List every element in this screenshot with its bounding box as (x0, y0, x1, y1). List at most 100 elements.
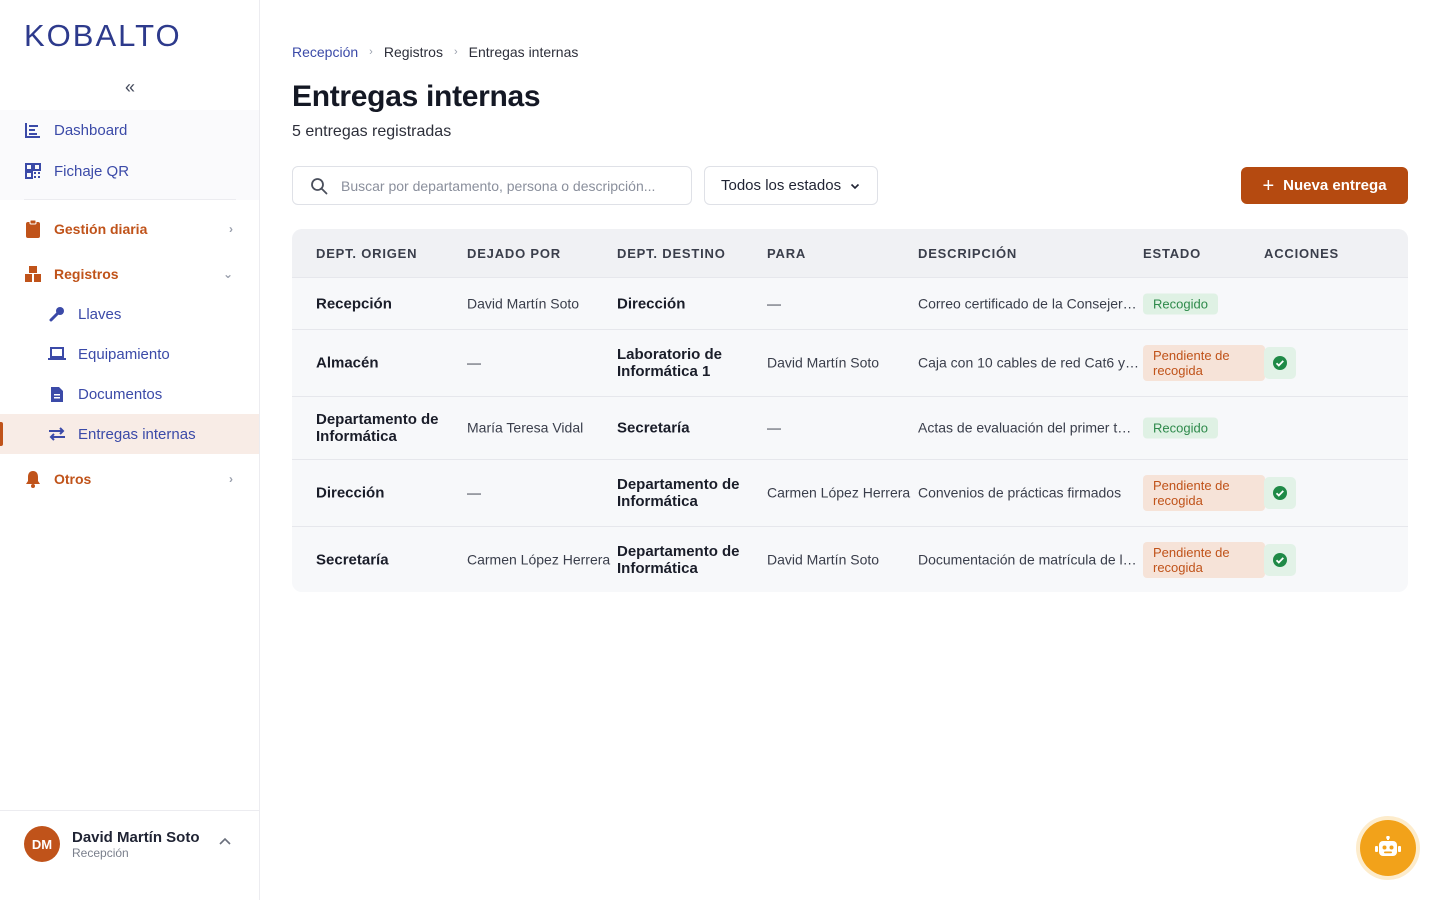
transfer-icon (48, 425, 66, 443)
sidebar-item-label: Fichaje QR (54, 162, 130, 180)
mark-collected-button[interactable] (1264, 477, 1296, 509)
cell-para: — (767, 295, 781, 311)
cell-descripcion: Convenios de prácticas firmados (918, 484, 1122, 501)
cell-para: David Martín Soto (767, 551, 880, 567)
column-header[interactable]: PARA (767, 246, 806, 261)
assistant-bot-button[interactable] (1360, 820, 1416, 876)
sidebar-item-label: Documentos (78, 385, 163, 403)
search-input[interactable] (341, 177, 681, 194)
chevron-right-icon: › (453, 46, 458, 58)
user-menu[interactable]: DM David Martín Soto Recepción (0, 810, 259, 900)
sidebar-item-documentos[interactable]: Documentos (0, 374, 259, 414)
cell-descripcion: Actas de evaluación del primer trimestre (918, 419, 1134, 436)
status-badge: Recogido (1143, 293, 1218, 314)
breadcrumb-item-registros[interactable]: Registros (384, 44, 443, 60)
cell-dejado: María Teresa Vidal (467, 419, 584, 436)
document-icon (48, 385, 66, 403)
new-delivery-label: Nueva entrega (1283, 177, 1387, 194)
sidebar-item-dashboard[interactable]: Dashboard (0, 110, 259, 150)
sidebar-item-label: Entregas internas (78, 425, 196, 443)
sidebar-item-equipamiento[interactable]: Equipamiento (0, 334, 259, 374)
table-row[interactable]: Almacén — Laboratorio de Informática 1 D… (292, 329, 1408, 396)
deliveries-table: DEPT. ORIGEN DEJADO POR DEPT. DESTINO PA… (292, 229, 1408, 592)
column-header[interactable]: DEPT. DESTINO (617, 246, 726, 261)
column-header[interactable]: DEPT. ORIGEN (316, 246, 417, 261)
page-subtitle: 5 entregas registradas (292, 123, 452, 140)
sidebar-divider (24, 199, 236, 200)
chevron-up-icon[interactable] (218, 833, 232, 849)
new-delivery-button[interactable]: + Nueva entrega (1241, 167, 1408, 204)
page-title: Entregas internas (292, 80, 541, 113)
avatar: DM (24, 826, 60, 862)
sidebar-group-label: Registros (54, 266, 119, 282)
sidebar-item-entregas-internas[interactable]: Entregas internas (0, 414, 259, 454)
check-circle-icon (1273, 486, 1287, 500)
kobalto-logo[interactable]: KOBALTO (24, 18, 182, 53)
chevron-down-icon: ⌄ (222, 267, 233, 281)
column-header: ACCIONES (1264, 246, 1340, 261)
cell-origen: Recepción (316, 295, 392, 312)
cell-origen: Secretaría (316, 551, 389, 568)
sidebar-group-otros[interactable]: Otros › (0, 459, 259, 499)
cell-descripcion: Documentación de matrícula de los alumno… (918, 551, 1140, 567)
chevron-right-icon: › (369, 46, 373, 58)
search-icon (309, 176, 329, 196)
cell-destino: Departamento de Informática (617, 476, 740, 510)
breadcrumb: Recepción › Registros › Entregas interna… (292, 44, 578, 60)
laptop-icon (48, 345, 66, 363)
clipboard-icon (24, 220, 42, 238)
collapse-sidebar-icon[interactable]: « (118, 76, 142, 98)
sidebar-item-label: Llaves (78, 305, 122, 323)
cell-descripcion: Caja con 10 cables de red Cat6 y 5 switc… (918, 354, 1140, 371)
cell-para: Carmen López Herrera (767, 484, 911, 501)
table-row[interactable]: Recepción David Martín Soto Dirección — … (292, 277, 1408, 329)
sidebar-item-llaves[interactable]: Llaves (0, 294, 259, 334)
mark-collected-button[interactable] (1264, 543, 1296, 576)
search-box[interactable] (292, 166, 692, 205)
status-badge: Pendiente de recogida (1143, 541, 1265, 578)
key-icon (48, 305, 66, 323)
sidebar-item-label: Dashboard (54, 121, 128, 139)
cell-descripcion: Correo certificado de la Consejería de E… (918, 295, 1140, 311)
boxes-icon (24, 265, 42, 283)
user-name: David Martín Soto (72, 829, 200, 846)
status-filter-select[interactable]: Todos los estados (704, 166, 878, 205)
sidebar-item-label: Equipamiento (78, 345, 170, 363)
mark-collected-button[interactable] (1264, 347, 1296, 379)
table-header: DEPT. ORIGEN DEJADO POR DEPT. DESTINO PA… (292, 229, 1408, 277)
table-row[interactable]: Secretaría Carmen López Herrera Departam… (292, 526, 1408, 592)
cell-para: — (767, 419, 781, 436)
status-badge: Pendiente de recogida (1143, 345, 1265, 381)
chevron-right-icon: › (229, 472, 233, 486)
sidebar-group-gestion-diaria[interactable]: Gestión diaria › (0, 209, 259, 249)
table-row[interactable]: Departamento de Informática María Teresa… (292, 396, 1408, 459)
cell-para: David Martín Soto (767, 354, 880, 371)
cell-origen: Departamento de Informática (316, 411, 439, 445)
column-header[interactable]: DEJADO POR (467, 246, 561, 261)
status-filter-value: Todos los estados (721, 177, 842, 194)
breadcrumb-item-current: Entregas internas (468, 44, 579, 60)
cell-destino: Dirección (617, 295, 686, 312)
column-header[interactable]: DESCRIPCIÓN (918, 246, 1017, 261)
chevron-right-icon: › (229, 222, 233, 236)
sidebar-item-fichaje-qr[interactable]: Fichaje QR (0, 151, 259, 191)
column-header[interactable]: ESTADO (1143, 246, 1201, 261)
user-role: Recepción (72, 846, 129, 860)
cell-dejado: Carmen López Herrera (467, 551, 611, 567)
check-circle-icon (1273, 552, 1287, 567)
sidebar-group-registros[interactable]: Registros ⌄ (0, 254, 259, 294)
sidebar-group-label: Otros (54, 471, 92, 487)
cell-destino: Laboratorio de Informática 1 (617, 346, 723, 380)
status-badge: Pendiente de recogida (1143, 475, 1265, 511)
cell-origen: Dirección (316, 484, 385, 502)
cell-dejado: — (467, 354, 481, 371)
sidebar: KOBALTO « Dashboard Fichaje QR Gestión d… (0, 0, 260, 900)
cell-origen: Almacén (316, 354, 379, 372)
cell-dejado: David Martín Soto (467, 295, 580, 311)
breadcrumb-item-recepcion[interactable]: Recepción (292, 44, 358, 60)
plus-icon: + (1262, 174, 1275, 197)
cell-destino: Secretaría (617, 419, 690, 437)
status-badge: Recogido (1143, 417, 1218, 439)
table-row[interactable]: Dirección — Departamento de Informática … (292, 459, 1408, 526)
bell-icon (24, 470, 42, 488)
